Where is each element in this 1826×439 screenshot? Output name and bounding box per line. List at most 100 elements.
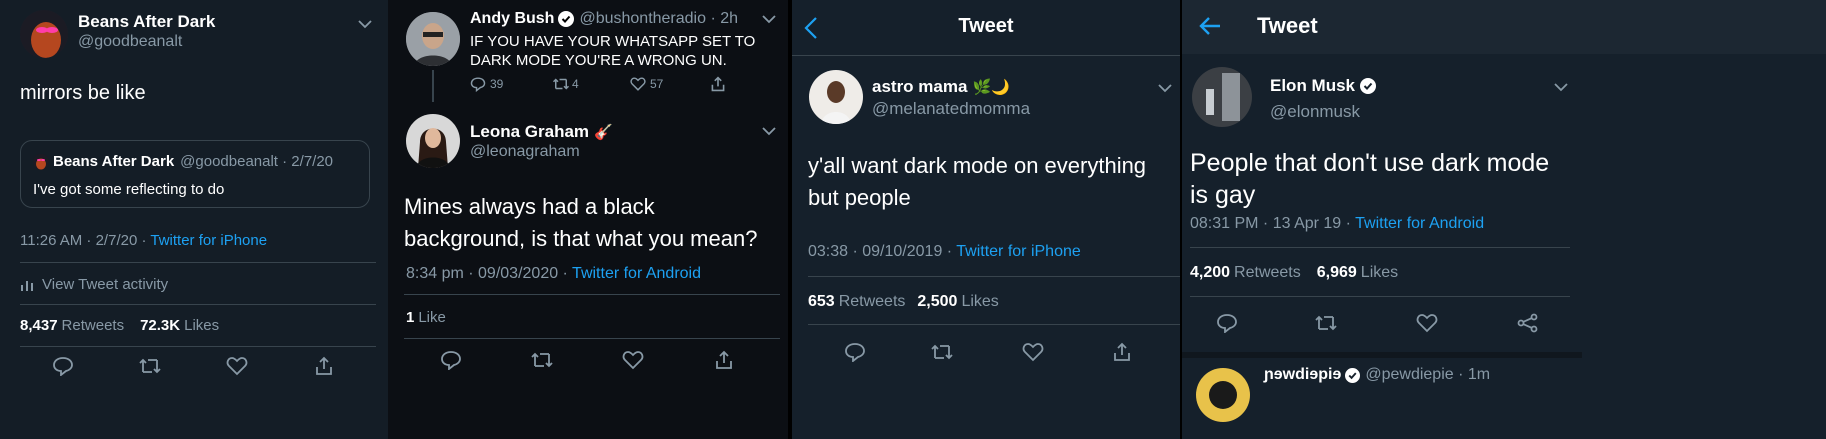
author-avatar[interactable] xyxy=(20,10,68,58)
share-icon[interactable] xyxy=(1517,313,1539,333)
engagement-stats: 1 Like xyxy=(406,309,446,326)
retweet-icon[interactable] xyxy=(138,356,162,376)
chevron-down-icon[interactable] xyxy=(358,19,372,29)
reply-to-avatar[interactable] xyxy=(406,12,460,66)
back-arrow-icon[interactable] xyxy=(1198,16,1222,36)
person-avatar-icon xyxy=(1196,368,1250,422)
tweet-timestamp: 11:26 AM · 2/7/20 · Twitter for iPhone xyxy=(20,232,267,249)
reply-to-name[interactable]: Andy Bush xyxy=(470,10,554,28)
reply-icon[interactable] xyxy=(440,350,462,370)
reply-icon[interactable] xyxy=(52,356,74,376)
like-icon[interactable] xyxy=(1416,313,1438,333)
author-avatar[interactable] xyxy=(1192,67,1252,127)
source-link[interactable]: Twitter for iPhone xyxy=(150,232,267,249)
tweet-panel-1: Beans After Dark @goodbeanalt mirrors be… xyxy=(0,0,388,439)
author-avatar[interactable] xyxy=(809,70,863,124)
view-activity-button[interactable]: View Tweet activity xyxy=(20,276,168,293)
timestamp-text: 11:26 AM · 2/7/20 · xyxy=(20,232,151,249)
chevron-down-icon[interactable] xyxy=(1158,83,1172,93)
retweets-count[interactable]: 8,437 xyxy=(20,317,58,334)
next-tweet-meta: @pewdiepie · 1m xyxy=(1365,366,1491,383)
tweet-text: y'all want dark mode on everything but p… xyxy=(808,153,1147,210)
author-name[interactable]: Leona Graham xyxy=(470,122,589,142)
divider xyxy=(808,276,1180,277)
quoted-tweet-text: I've got some reflecting to do xyxy=(33,181,225,198)
share-icon[interactable] xyxy=(314,356,334,376)
source-link[interactable]: Twitter for iPhone xyxy=(956,243,1081,260)
divider xyxy=(20,262,376,263)
likes-label[interactable]: Likes xyxy=(961,293,998,311)
retweet-action[interactable]: 4 xyxy=(552,76,579,92)
retweets-label[interactable]: Retweets xyxy=(62,317,125,334)
author-handle[interactable]: @goodbeanalt xyxy=(78,33,182,51)
reply-icon[interactable] xyxy=(1216,313,1238,333)
like-icon[interactable] xyxy=(1022,342,1044,362)
author-handle[interactable]: @melanatedmomma xyxy=(872,99,1030,119)
top-bar: Tweet xyxy=(1182,0,1826,54)
reply-to-meta: @bushontheradio · 2h xyxy=(579,10,739,27)
likes-count[interactable]: 72.3K xyxy=(140,317,180,334)
reply-to-text: IF YOU HAVE YOUR WHATSAPP SET TO DARK MO… xyxy=(470,33,756,69)
retweet-icon[interactable] xyxy=(1314,313,1338,333)
reply-action[interactable]: 39 xyxy=(470,76,503,92)
divider xyxy=(20,304,376,305)
source-link[interactable]: Twitter for Android xyxy=(572,265,701,282)
quoted-tweet[interactable]: Beans After Dark @goodbeanalt · 2/7/20 I… xyxy=(20,140,370,208)
author-name[interactable]: Elon Musk xyxy=(1270,76,1355,96)
reply-icon[interactable] xyxy=(844,342,866,362)
author-emoji: 🎸 xyxy=(594,124,613,141)
retweet-count: 4 xyxy=(572,77,579,91)
author-handle[interactable]: @elonmusk xyxy=(1270,102,1360,122)
likes-label[interactable]: Likes xyxy=(184,317,219,334)
tweet-timestamp: 08:31 PM · 13 Apr 19 · Twitter for Andro… xyxy=(1190,215,1484,233)
person-avatar-icon xyxy=(1192,67,1252,127)
retweets-label[interactable]: Retweets xyxy=(839,293,906,311)
likes-label[interactable]: Likes xyxy=(1361,264,1398,282)
next-tweet-author-name[interactable]: ɲɘwdiɘpiɘ xyxy=(1264,366,1341,384)
divider xyxy=(1190,247,1570,248)
retweets-count[interactable]: 4,200 xyxy=(1190,264,1230,282)
chevron-down-icon[interactable] xyxy=(762,126,776,136)
next-tweet-avatar[interactable] xyxy=(1196,368,1250,422)
engagement-stats: 8,437 Retweets 72.3K Likes xyxy=(20,317,219,334)
likes-count[interactable]: 6,969 xyxy=(1317,264,1357,282)
action-bar xyxy=(0,356,388,386)
verified-badge-icon xyxy=(1345,367,1361,383)
timestamp-text: 08:31 PM · 13 Apr 19 · xyxy=(1190,215,1356,232)
tweet-panel-4: Tweet Elon Musk @elonmusk People that do… xyxy=(1182,0,1826,439)
likes-label[interactable]: Like xyxy=(418,309,446,326)
header-title: Tweet xyxy=(1257,13,1318,38)
chevron-down-icon[interactable] xyxy=(762,14,776,24)
person-avatar-icon xyxy=(406,12,460,66)
bean-avatar-icon xyxy=(20,10,68,58)
share-icon[interactable] xyxy=(710,76,726,92)
view-activity-label: View Tweet activity xyxy=(42,276,169,293)
like-icon[interactable] xyxy=(622,350,644,370)
verified-badge-icon xyxy=(558,11,575,27)
retweets-count[interactable]: 653 xyxy=(808,293,835,311)
tweet-text: People that don't use dark mode is gay xyxy=(1190,149,1550,209)
reply-count: 39 xyxy=(490,77,504,91)
like-icon[interactable] xyxy=(226,356,248,376)
author-name[interactable]: Beans After Dark xyxy=(78,12,215,32)
retweet-icon xyxy=(552,78,570,90)
author-name[interactable]: astro mama xyxy=(872,77,967,97)
retweet-icon[interactable] xyxy=(930,342,954,362)
bar-chart-icon xyxy=(21,280,33,291)
action-bar xyxy=(1182,313,1582,343)
likes-count[interactable]: 2,500 xyxy=(917,293,957,311)
chevron-down-icon[interactable] xyxy=(1554,82,1568,92)
share-icon[interactable] xyxy=(1112,342,1132,362)
author-handle[interactable]: @leonagraham xyxy=(470,143,580,161)
share-icon[interactable] xyxy=(714,350,734,370)
retweets-label[interactable]: Retweets xyxy=(1234,264,1301,282)
divider xyxy=(20,346,376,347)
like-action[interactable]: 57 xyxy=(630,76,663,92)
author-avatar[interactable] xyxy=(406,114,460,168)
tweet-panel-3: Tweet astro mama 🌿🌙 @melanatedmomma y'al… xyxy=(792,0,1180,439)
source-link[interactable]: Twitter for Android xyxy=(1355,215,1484,232)
retweet-icon[interactable] xyxy=(530,350,554,370)
divider xyxy=(404,338,780,339)
likes-count[interactable]: 1 xyxy=(406,309,414,326)
like-icon xyxy=(630,77,646,91)
